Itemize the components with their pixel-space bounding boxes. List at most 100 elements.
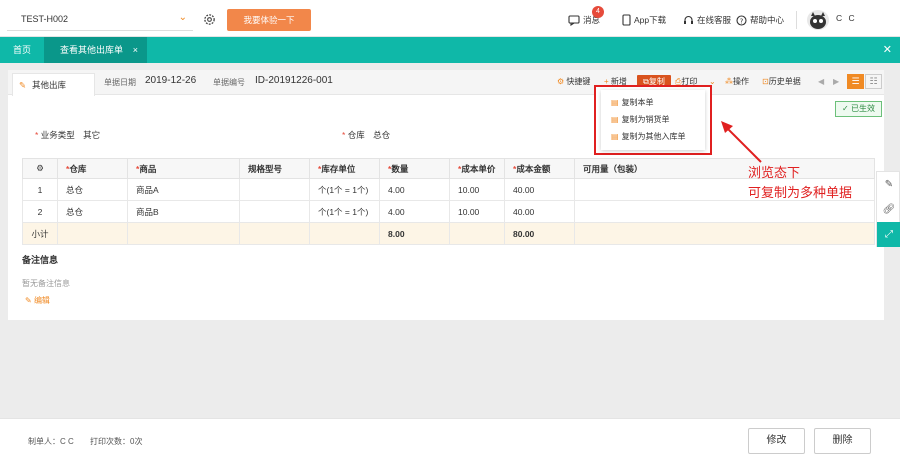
copy-menu: ▤ 复制本单 ▤ 复制为销货单 ▤ 复制为其他入库单 bbox=[601, 90, 705, 150]
status-label: 已生效 bbox=[850, 104, 875, 113]
document-header: ✎ 其他出库 单据日期 2019-12-26 单据编号 ID-20191226-… bbox=[8, 70, 884, 96]
next-arrow-icon[interactable]: ▶ bbox=[833, 76, 839, 88]
col-product: *商品 bbox=[127, 158, 240, 179]
history-icon: ⊡ bbox=[762, 77, 769, 86]
help-icon: ? bbox=[736, 14, 747, 26]
cell-spec bbox=[239, 178, 310, 201]
company-name: TEST-H002 bbox=[21, 14, 69, 24]
warehouse-value: 总仓 bbox=[373, 130, 391, 140]
table-row: 2 总仓 商品B 个(1个 = 1个) 4.00 10.00 40.00 bbox=[22, 200, 875, 223]
row-number: 2 bbox=[22, 200, 58, 223]
tab-home[interactable]: 首页 bbox=[0, 37, 44, 63]
list-view-icon[interactable]: ☰ bbox=[847, 74, 864, 89]
copy-menu-highlight: ▤ 复制本单 ▤ 复制为销货单 ▤ 复制为其他入库单 bbox=[594, 85, 712, 155]
avatar[interactable] bbox=[807, 10, 829, 30]
remark-empty: 暂无备注信息 bbox=[22, 279, 70, 288]
chevron-down-icon: ⌄ bbox=[178, 12, 187, 23]
card-view-icon[interactable]: ☷ bbox=[865, 74, 882, 89]
try-button[interactable]: 我要体验一下 bbox=[227, 9, 311, 31]
tab-label: 查看其他出库单 bbox=[60, 45, 124, 55]
right-toolbar: ✎ 🔗︎ ⤢ bbox=[876, 171, 900, 247]
edit-label: 编辑 bbox=[33, 296, 50, 305]
notes-icon[interactable]: ✎ bbox=[877, 172, 900, 197]
prev-arrow-icon[interactable]: ◀ bbox=[818, 76, 824, 88]
cell-spec bbox=[239, 200, 310, 223]
remark-title: 备注信息 bbox=[22, 255, 59, 265]
app-download-label: App下载 bbox=[634, 15, 667, 25]
row-number: 1 bbox=[22, 178, 58, 201]
col-unit: *库存单位 bbox=[309, 158, 380, 179]
edit-icon: ✎ bbox=[25, 296, 32, 305]
message-icon bbox=[568, 14, 580, 26]
biz-type-value: 其它 bbox=[83, 130, 101, 140]
warehouse-label: 仓库 bbox=[347, 130, 365, 140]
operate-button[interactable]: ⁂操作 bbox=[725, 76, 749, 88]
col-warehouse: *仓库 bbox=[57, 158, 128, 179]
cell-price: 10.00 bbox=[449, 178, 505, 201]
tab-other-outbound[interactable]: 查看其他出库单 × bbox=[44, 37, 147, 63]
cell-qty: 4.00 bbox=[379, 200, 450, 223]
cell-amount: 40.00 bbox=[504, 178, 575, 201]
cell-unit: 个(1个 = 1个) bbox=[309, 178, 380, 201]
tab-bar: 首页 查看其他出库单 × ✕ bbox=[0, 37, 900, 63]
expand-icon[interactable]: ⤢ bbox=[877, 222, 900, 247]
help-center-label: 帮助中心 bbox=[750, 15, 785, 25]
col-price: *成本单价 bbox=[449, 158, 505, 179]
doc-type-tab[interactable]: ✎ 其他出库 bbox=[12, 73, 95, 96]
annotation-line-2: 可复制为多种单据 bbox=[748, 185, 853, 200]
close-icon[interactable]: × bbox=[133, 37, 138, 63]
copy-icon: ▤ bbox=[611, 132, 619, 141]
doc-no-value: ID-20191226-001 bbox=[255, 75, 333, 86]
status-badge: ✓ 已生效 bbox=[835, 101, 882, 117]
help-center-link[interactable]: ? 帮助中心 bbox=[736, 13, 784, 27]
footer-bar: 制单人：C C 打印次数：0次 修改 删除 bbox=[0, 418, 900, 459]
print-count: 打印次数：0次 bbox=[90, 437, 143, 446]
copy-icon: ▤ bbox=[611, 98, 619, 107]
gear-icon: ⚙ bbox=[557, 77, 565, 86]
shortcut-button[interactable]: ⚙ 快捷键 bbox=[557, 76, 590, 88]
edit-remark-button[interactable]: ✎ 编辑 bbox=[25, 295, 50, 306]
gear-icon[interactable] bbox=[203, 13, 216, 26]
app-download-link[interactable]: App下载 bbox=[622, 13, 666, 27]
copy-menu-item[interactable]: ▤ 复制为销货单 bbox=[611, 114, 670, 125]
history-button[interactable]: ⊡历史单据 bbox=[762, 76, 801, 88]
online-service-link[interactable]: 在线客服 bbox=[683, 13, 731, 27]
biz-type-field: * 业务类型 其它 bbox=[35, 130, 101, 140]
cell-available bbox=[574, 200, 875, 223]
cell-product: 商品B bbox=[127, 200, 240, 223]
history-label: 历史单据 bbox=[768, 77, 801, 86]
column-settings-icon[interactable]: ⚙ bbox=[22, 158, 58, 179]
document-icon: ✎ bbox=[19, 80, 27, 90]
user-name[interactable]: C C bbox=[836, 13, 857, 23]
col-amount: *成本金额 bbox=[504, 158, 575, 179]
cell-warehouse: 总仓 bbox=[57, 178, 128, 201]
cell-amount: 40.00 bbox=[504, 200, 575, 223]
company-selector[interactable]: TEST-H002 ⌄ bbox=[7, 9, 193, 31]
biz-type-label: 业务类型 bbox=[40, 130, 75, 140]
cell-unit: 个(1个 = 1个) bbox=[309, 200, 380, 223]
table-row: 1 总仓 商品A 个(1个 = 1个) 4.00 10.00 40.00 bbox=[22, 178, 875, 201]
copy-menu-item[interactable]: ▤ 复制本单 bbox=[611, 97, 654, 108]
copy-menu-label: 复制为其他入库单 bbox=[621, 132, 686, 141]
date-value: 2019-12-26 bbox=[145, 75, 197, 86]
annotation-note: 浏览态下 可复制为多种单据 bbox=[748, 163, 852, 203]
operate-label: 操作 bbox=[733, 77, 749, 86]
modify-button[interactable]: 修改 bbox=[748, 428, 805, 454]
link-icon[interactable]: 🔗︎ bbox=[877, 197, 900, 222]
cell-price: 10.00 bbox=[449, 200, 505, 223]
copy-icon: ▤ bbox=[611, 115, 619, 124]
cell-qty: 4.00 bbox=[379, 178, 450, 201]
copy-menu-label: 复制本单 bbox=[621, 98, 654, 107]
close-all-icon[interactable]: ✕ bbox=[883, 37, 892, 63]
phone-icon bbox=[622, 14, 631, 26]
annotation-line-1: 浏览态下 bbox=[748, 165, 801, 180]
cell-product: 商品A bbox=[127, 178, 240, 201]
doc-type-label: 其他出库 bbox=[32, 80, 67, 90]
headset-icon bbox=[684, 15, 693, 24]
copy-menu-item[interactable]: ▤ 复制为其他入库单 bbox=[611, 131, 686, 142]
subtotal-amount: 80.00 bbox=[504, 222, 575, 245]
annotation-arrow bbox=[721, 121, 762, 163]
date-label: 单据日期 bbox=[104, 78, 136, 87]
delete-button[interactable]: 删除 bbox=[814, 428, 871, 454]
online-service-label: 在线客服 bbox=[697, 15, 732, 25]
